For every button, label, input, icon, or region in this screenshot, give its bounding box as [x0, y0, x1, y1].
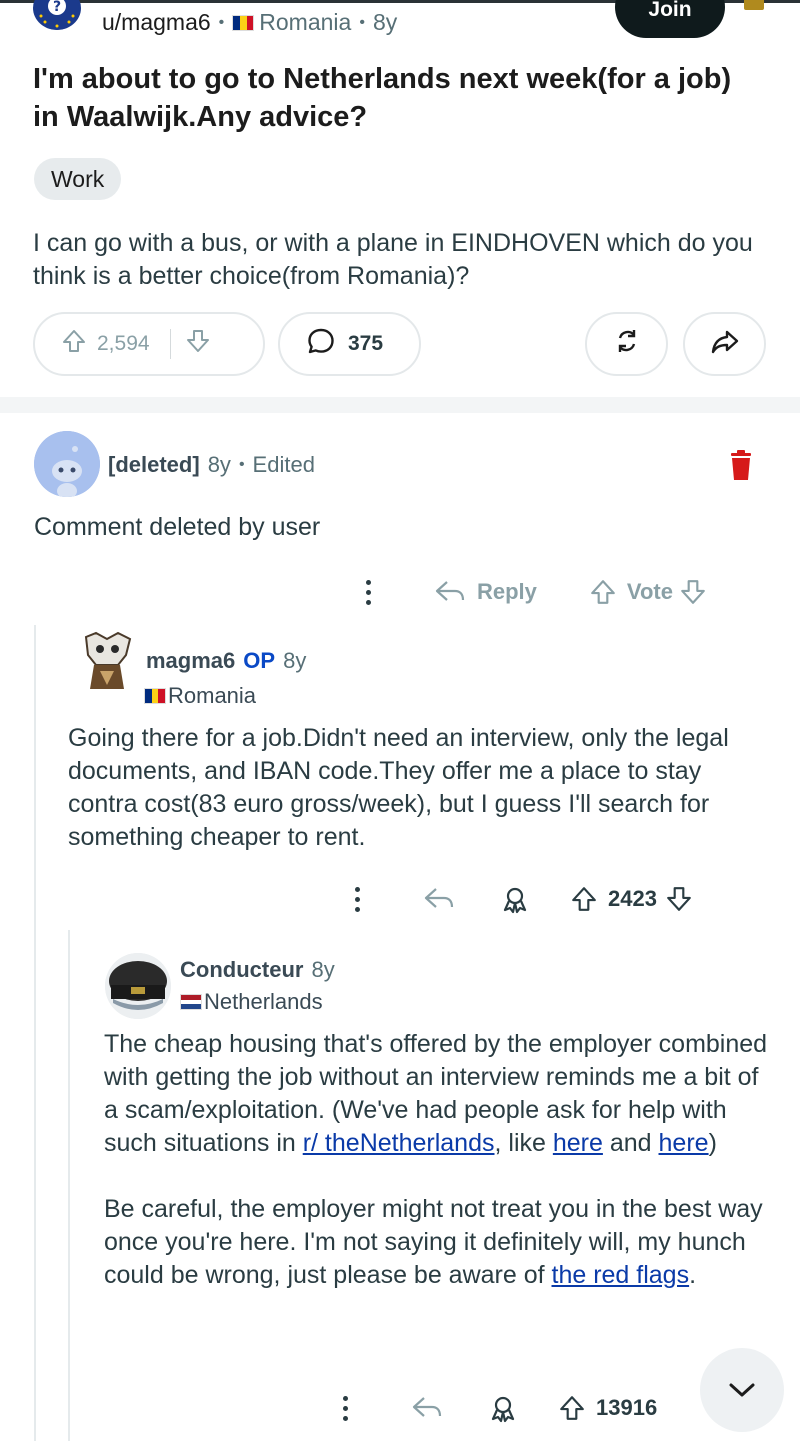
reply-button[interactable]: Reply — [433, 578, 537, 606]
edited-label: Edited — [252, 452, 315, 477]
separator-dot: • — [238, 456, 245, 473]
text-span: . — [689, 1261, 697, 1289]
comment-header: magma6 OP 8y — [146, 648, 306, 674]
comments-button[interactable]: 375 — [278, 312, 421, 376]
post-age: 8y — [372, 9, 398, 35]
reply-label: Reply — [477, 579, 537, 604]
more-options-icon[interactable] — [365, 579, 371, 605]
comment-header: [deleted] 8y • Edited — [108, 452, 315, 478]
comment-age: 8y — [207, 452, 231, 477]
avatar[interactable] — [105, 953, 171, 1019]
eu-stars-icon: ? — [35, 0, 79, 30]
crosspost-button[interactable] — [585, 312, 668, 376]
upvote-count: 2,594 — [97, 332, 150, 355]
comment-paragraph: The cheap housing that's offered by the … — [104, 1028, 770, 1160]
text-span: ) — [708, 1129, 717, 1157]
comment-paragraph: Be careful, the employer might not treat… — [104, 1193, 770, 1292]
comment-bubble-icon — [306, 326, 336, 362]
vote-separator — [169, 329, 171, 359]
post-flair[interactable]: Work — [34, 158, 122, 200]
romania-flag-icon — [232, 14, 255, 31]
comment-actions: 2423 — [354, 884, 693, 914]
downvote-icon[interactable] — [679, 578, 707, 606]
downvote-icon[interactable] — [185, 328, 211, 360]
text-span: and — [602, 1129, 659, 1157]
romania-flag-icon — [144, 688, 166, 704]
user-flair: Netherlands — [180, 989, 323, 1015]
post-title: I'm about to go to Netherlands next week… — [33, 63, 732, 133]
comment-body: Going there for a job.Didn't need an int… — [68, 724, 729, 851]
chevron-down-icon — [729, 1383, 755, 1397]
comment-author[interactable]: Conducteur — [180, 957, 303, 983]
vote-score: 13916 — [596, 1395, 658, 1420]
vote-label: Vote — [626, 579, 673, 604]
comment-author[interactable]: [deleted] — [108, 452, 200, 478]
user-flair: Romania — [144, 683, 256, 709]
op-tag: OP — [243, 648, 276, 673]
upvote-icon[interactable] — [558, 1394, 586, 1422]
join-button[interactable]: Join — [615, 0, 725, 38]
post-author[interactable]: u/magma6 — [102, 9, 211, 36]
separator-dot: • — [359, 13, 365, 31]
comment-body: The cheap housing that's offered by the … — [104, 1028, 770, 1292]
subreddit-avatar[interactable]: ? — [33, 0, 81, 30]
comment-age: 8y — [283, 648, 307, 673]
vote-control: 2423 — [570, 885, 693, 913]
text-span: , like — [494, 1129, 553, 1157]
award-icon[interactable] — [500, 884, 530, 914]
red-flags-link[interactable]: the red flags — [552, 1261, 690, 1289]
post-body: I can go with a bus, or with a plane in … — [33, 229, 753, 290]
comment-actions: 13916 — [342, 1393, 657, 1423]
separator-dot: • — [218, 13, 225, 31]
comment-count: 375 — [348, 332, 384, 355]
snoo-icon — [34, 431, 100, 497]
here-link[interactable]: here — [553, 1129, 603, 1157]
avatar[interactable] — [74, 629, 140, 701]
downvote-icon[interactable] — [665, 885, 693, 913]
reply-icon[interactable] — [410, 1394, 444, 1422]
scroll-down-button[interactable] — [700, 1348, 784, 1432]
share-button[interactable] — [683, 312, 766, 376]
reply-icon — [435, 581, 465, 601]
conductor-cap-icon — [105, 953, 171, 1019]
section-divider — [0, 397, 800, 413]
reply-icon[interactable] — [422, 885, 456, 913]
thread-line — [68, 930, 70, 1441]
comment-header: Conducteur 8y — [180, 957, 335, 983]
upvote-icon[interactable] — [570, 885, 598, 913]
comment-age: 8y — [311, 957, 335, 982]
share-arrow-icon — [710, 326, 740, 362]
comment-author[interactable]: magma6 — [146, 648, 235, 674]
upvote-icon[interactable] — [61, 328, 87, 360]
vote-control: 13916 — [558, 1394, 657, 1422]
comment-actions: Reply Vote — [365, 578, 707, 606]
svg-text:?: ? — [53, 0, 61, 15]
crosspost-icon — [612, 326, 642, 362]
post-meta: u/magma6 • Romania • 8y — [102, 9, 397, 36]
author-flair: Romania — [259, 9, 352, 35]
subreddit-link[interactable]: r/ theNetherlands — [303, 1129, 495, 1157]
more-options-icon[interactable] — [342, 1395, 348, 1421]
upvote-icon[interactable] — [589, 578, 617, 606]
award-icon[interactable] — [488, 1393, 518, 1423]
flair-text: Romania — [168, 683, 257, 708]
vote-control: Vote — [589, 578, 707, 606]
bookmark-icon[interactable] — [744, 0, 764, 10]
vote-score: 2423 — [608, 886, 657, 911]
avatar[interactable] — [34, 431, 100, 497]
here-link[interactable]: here — [659, 1129, 709, 1157]
more-options-icon[interactable] — [354, 886, 360, 912]
flair-text: Netherlands — [204, 989, 323, 1014]
trash-icon[interactable] — [728, 448, 754, 482]
thread-line — [34, 625, 36, 1441]
netherlands-flag-icon — [180, 994, 202, 1010]
vote-pill: 2,594 — [33, 312, 265, 376]
masked-avatar-icon — [84, 631, 132, 689]
comment-body: Comment deleted by user — [34, 513, 321, 541]
